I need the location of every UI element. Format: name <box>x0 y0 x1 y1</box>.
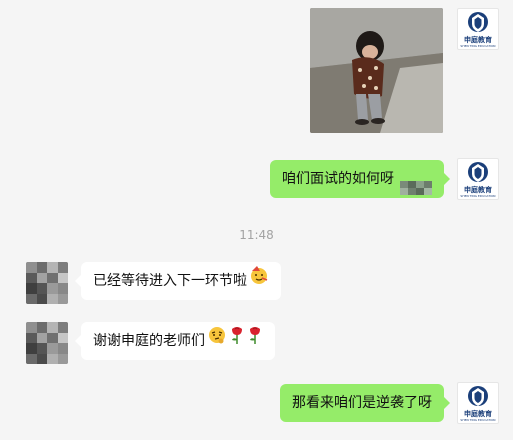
message-text: 那看来咱们是逆袭了呀 <box>292 395 432 411</box>
avatar-self[interactable]: 申庭教育 SHEN TING EDUCATION <box>457 382 499 424</box>
message-row-photo: 申庭教育 SHEN TING EDUCATION <box>0 0 513 140</box>
rose-emoji <box>229 322 245 360</box>
logo-text: 申庭教育 <box>464 186 492 194</box>
avatar-contact[interactable] <box>26 322 68 364</box>
message-bubble-outgoing[interactable]: 那看来咱们是逆袭了呀 <box>280 384 450 422</box>
logo-text: 申庭教育 <box>464 410 492 418</box>
timestamp: 11:48 <box>239 228 274 242</box>
rose-emoji <box>247 322 263 360</box>
message-bubble-incoming[interactable]: 谢谢申庭的老师们 <box>75 322 275 360</box>
avatar-self[interactable]: 申庭教育 SHEN TING EDUCATION <box>457 158 499 200</box>
party-face-emoji <box>249 262 269 300</box>
censored-block <box>400 172 432 195</box>
message-bubble-outgoing[interactable]: 咱们面试的如何呀 <box>270 160 450 198</box>
logo-subtext: SHEN TING EDUCATION <box>460 194 496 198</box>
avatar-self[interactable]: 申庭教育 SHEN TING EDUCATION <box>457 8 499 50</box>
message-text: 谢谢申庭的老师们 <box>93 333 205 349</box>
message-row: 谢谢申庭的老师们 <box>0 318 513 368</box>
message-text: 已经等待进入下一环节啦 <box>93 273 247 289</box>
message-bubble-incoming[interactable]: 已经等待进入下一环节啦 <box>75 262 281 300</box>
logo-subtext: SHEN TING EDUCATION <box>460 418 496 422</box>
message-row: 那看来咱们是逆袭了呀 申庭教育 SHEN TING EDUCATION <box>0 378 513 438</box>
shield-logo-icon <box>468 386 488 406</box>
message-row: 咱们面试的如何呀 申庭教育 SHEN TING EDUCATION <box>0 150 513 200</box>
message-row: 已经等待进入下一环节啦 <box>0 258 513 308</box>
message-text: 咱们面试的如何呀 <box>282 171 394 187</box>
shield-logo-icon <box>468 12 488 32</box>
avatar-contact[interactable] <box>26 262 68 304</box>
photo-thumbnail[interactable] <box>310 8 443 133</box>
logo-text: 申庭教育 <box>464 36 492 44</box>
shield-logo-icon <box>468 162 488 182</box>
thinking-face-emoji <box>207 322 227 360</box>
logo-subtext: SHEN TING EDUCATION <box>460 44 496 48</box>
